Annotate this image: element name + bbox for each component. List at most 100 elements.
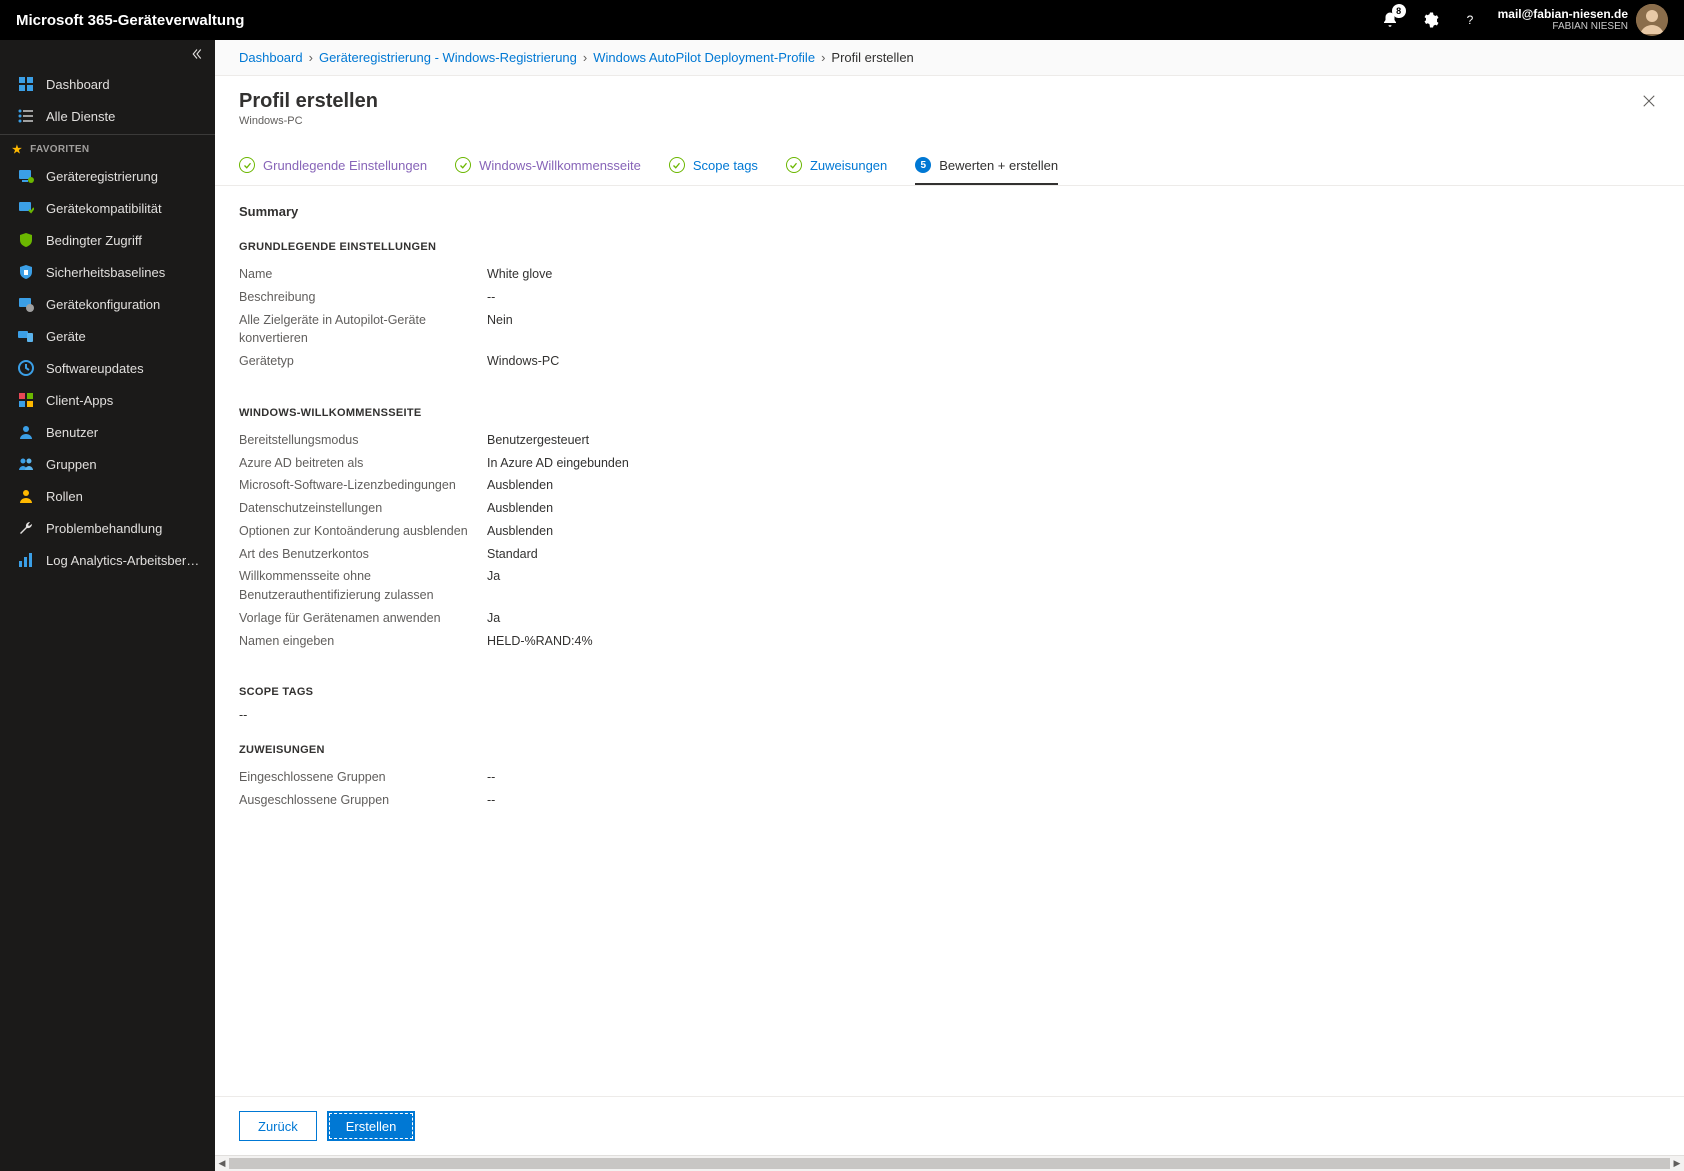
devices-icon [18, 328, 34, 344]
user-info[interactable]: mail@fabian-niesen.de FABIAN NIESEN [1498, 7, 1628, 33]
sidebar-item-dashboard[interactable]: Dashboard [0, 68, 215, 100]
tab-label: Grundlegende Einstellungen [263, 158, 427, 173]
section-title-basic: GRUNDLEGENDE EINSTELLUNGEN [239, 241, 1660, 253]
row-key: Namen eingeben [239, 632, 487, 651]
sidebar-item-label: Bedingter Zugriff [46, 233, 142, 248]
row-key: Microsoft-Software-Lizenzbedingungen [239, 476, 487, 495]
tab-oobe[interactable]: Windows-Willkommensseite [455, 147, 641, 185]
blade-title: Profil erstellen [239, 90, 378, 113]
sidebar-item-all-services[interactable]: Alle Dienste [0, 100, 215, 132]
sidebar-item-label: Gerätekompatibilität [46, 201, 162, 216]
avatar[interactable] [1636, 4, 1668, 36]
sidebar-item-conditional-access[interactable]: Bedingter Zugriff [0, 224, 215, 256]
row-value: Benutzergesteuert [487, 431, 589, 450]
sidebar-item-device-configuration[interactable]: Gerätekonfiguration [0, 288, 215, 320]
star-icon: ★ [12, 143, 22, 156]
summary-row: Namen eingebenHELD-%RAND:4% [239, 630, 1660, 653]
scroll-thumb[interactable] [229, 1158, 1670, 1169]
summary-row: Willkommensseite ohne Benutzerauthentifi… [239, 565, 1660, 607]
summary-row: Azure AD beitreten alsIn Azure AD eingeb… [239, 452, 1660, 475]
sidebar-item-label: Alle Dienste [46, 109, 115, 124]
sidebar-item-users[interactable]: Benutzer [0, 416, 215, 448]
sidebar-item-label: Client-Apps [46, 393, 113, 408]
baseline-icon [18, 264, 34, 280]
check-icon [239, 157, 255, 173]
sidebar-item-label: Dashboard [46, 77, 110, 92]
summary-row: Ausgeschlossene Gruppen-- [239, 789, 1660, 812]
summary-row: Vorlage für Gerätenamen anwendenJa [239, 607, 1660, 630]
tab-review-create[interactable]: 5 Bewerten + erstellen [915, 147, 1058, 185]
scroll-right-icon: ▶ [1670, 1156, 1684, 1171]
row-value: -- [487, 791, 495, 810]
row-value: Ausblenden [487, 476, 553, 495]
tab-label: Zuweisungen [810, 158, 887, 173]
summary-row: Alle Zielgeräte in Autopilot-Geräte konv… [239, 309, 1660, 351]
help-icon: ? [1461, 11, 1479, 29]
sidebar-item-troubleshoot[interactable]: Problembehandlung [0, 512, 215, 544]
chevron-right-icon: › [583, 50, 587, 65]
sidebar-item-security-baselines[interactable]: Sicherheitsbaselines [0, 256, 215, 288]
summary-row: Beschreibung-- [239, 286, 1660, 309]
row-key: Art des Benutzerkontos [239, 545, 487, 564]
create-button[interactable]: Erstellen [327, 1111, 416, 1141]
sidebar-item-roles[interactable]: Rollen [0, 480, 215, 512]
sidebar-item-label: Rollen [46, 489, 83, 504]
row-value: Ja [487, 567, 500, 605]
summary-row: NameWhite glove [239, 263, 1660, 286]
sidebar-item-label: Problembehandlung [46, 521, 162, 536]
sidebar-collapse-button[interactable] [0, 40, 215, 68]
tab-scope-tags[interactable]: Scope tags [669, 147, 758, 185]
sidebar-item-client-apps[interactable]: Client-Apps [0, 384, 215, 416]
back-button[interactable]: Zurück [239, 1111, 317, 1141]
check-icon [786, 157, 802, 173]
help-button[interactable]: ? [1450, 0, 1490, 40]
row-value: Windows-PC [487, 352, 559, 371]
list-icon [18, 108, 34, 124]
sidebar-item-label: Geräteregistrierung [46, 169, 158, 184]
summary-heading: Summary [239, 204, 1660, 219]
user-name: FABIAN NIESEN [1552, 21, 1628, 33]
row-key: Alle Zielgeräte in Autopilot-Geräte konv… [239, 311, 487, 349]
sidebar-item-groups[interactable]: Gruppen [0, 448, 215, 480]
sidebar-item-label: Log Analytics-Arbeitsbereic... [46, 553, 203, 568]
groups-icon [18, 456, 34, 472]
sidebar-item-label: Gruppen [46, 457, 97, 472]
summary-row: GerätetypWindows-PC [239, 350, 1660, 373]
apps-icon [18, 392, 34, 408]
summary-body: Summary GRUNDLEGENDE EINSTELLUNGEN NameW… [215, 186, 1684, 1096]
row-value: Nein [487, 311, 513, 349]
tab-label: Scope tags [693, 158, 758, 173]
sidebar: Dashboard Alle Dienste ★ FAVORITEN Gerät… [0, 40, 215, 1171]
sidebar-item-software-updates[interactable]: Softwareupdates [0, 352, 215, 384]
settings-button[interactable] [1410, 0, 1450, 40]
roles-icon [18, 488, 34, 504]
tab-basic-settings[interactable]: Grundlegende Einstellungen [239, 147, 427, 185]
chevron-double-left-icon [191, 48, 203, 60]
row-key: Beschreibung [239, 288, 487, 307]
row-value: White glove [487, 265, 552, 284]
favorites-label: FAVORITEN [30, 144, 89, 155]
sidebar-item-device-compliance[interactable]: Gerätekompatibilität [0, 192, 215, 224]
row-key: Bereitstellungsmodus [239, 431, 487, 450]
breadcrumb-link[interactable]: Windows AutoPilot Deployment-Profile [593, 50, 815, 65]
breadcrumb-link[interactable]: Geräteregistrierung - Windows-Registrier… [319, 50, 577, 65]
compliance-icon [18, 200, 34, 216]
breadcrumb-link[interactable]: Dashboard [239, 50, 303, 65]
config-icon [18, 296, 34, 312]
notifications-button[interactable]: 8 [1370, 0, 1410, 40]
close-button[interactable] [1638, 90, 1660, 115]
sidebar-item-devices[interactable]: Geräte [0, 320, 215, 352]
row-value: HELD-%RAND:4% [487, 632, 593, 651]
chevron-right-icon: › [309, 50, 313, 65]
row-key: Azure AD beitreten als [239, 454, 487, 473]
row-value: Ausblenden [487, 499, 553, 518]
sidebar-item-device-enrollment[interactable]: Geräteregistrierung [0, 160, 215, 192]
row-key: Eingeschlossene Gruppen [239, 768, 487, 787]
row-key: Datenschutzeinstellungen [239, 499, 487, 518]
horizontal-scrollbar[interactable]: ◀ ▶ [215, 1155, 1684, 1171]
tab-assignments[interactable]: Zuweisungen [786, 147, 887, 185]
blade-header: Profil erstellen Windows-PC [215, 76, 1684, 137]
sidebar-item-log-analytics[interactable]: Log Analytics-Arbeitsbereic... [0, 544, 215, 576]
analytics-icon [18, 552, 34, 568]
scope-tags-value: -- [239, 708, 1660, 722]
